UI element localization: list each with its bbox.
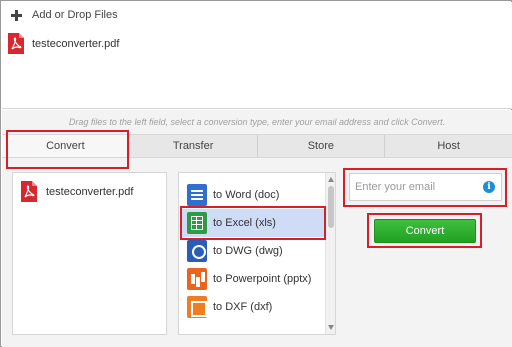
tab-host[interactable]: Host <box>384 135 512 157</box>
scroll-thumb[interactable] <box>328 186 334 228</box>
convert-button[interactable]: Convert <box>374 219 476 243</box>
add-files-button[interactable]: Add or Drop Files <box>11 8 118 22</box>
option-to-excel[interactable]: to Excel (xls) <box>182 209 325 237</box>
word-icon <box>187 184 207 206</box>
queued-file-name: testeconverter.pdf <box>46 186 134 198</box>
dwg-icon <box>187 240 207 262</box>
conversion-type-list: to Word (doc) to Excel (xls) to DWG (dwg… <box>178 172 336 335</box>
scroll-down-arrow-icon[interactable] <box>328 325 334 330</box>
file-drop-area[interactable]: Add or Drop Files testeconverter.pdf <box>2 2 512 109</box>
email-field-wrapper: i <box>349 173 502 201</box>
queued-file-item[interactable]: testeconverter.pdf <box>20 181 133 203</box>
tab-bar: Convert Transfer Store Host <box>2 134 512 158</box>
uploaded-file-item[interactable]: testeconverter.pdf <box>7 33 119 55</box>
instruction-strip: Drag files to the left field, select a c… <box>2 110 512 134</box>
pdf-icon <box>21 181 37 202</box>
list-scrollbar[interactable] <box>325 173 335 334</box>
file-queue-panel: testeconverter.pdf <box>12 172 167 335</box>
pdf-icon <box>8 33 24 54</box>
add-files-label: Add or Drop Files <box>32 9 118 21</box>
convert-panel: testeconverter.pdf to Word (doc) to Exce… <box>2 158 512 347</box>
option-label: to Word (doc) <box>213 189 280 201</box>
option-label: to Excel (xls) <box>213 217 276 229</box>
scroll-up-arrow-icon[interactable] <box>328 177 334 182</box>
option-to-dxf[interactable]: to DXF (dxf) <box>182 293 325 321</box>
option-to-word[interactable]: to Word (doc) <box>182 181 325 209</box>
instruction-text: Drag files to the left field, select a c… <box>68 117 446 127</box>
plus-icon <box>11 9 22 21</box>
option-label: to DWG (dwg) <box>213 245 283 257</box>
powerpoint-icon <box>187 268 207 290</box>
tab-transfer[interactable]: Transfer <box>128 135 257 157</box>
option-to-dwg[interactable]: to DWG (dwg) <box>182 237 325 265</box>
converter-window: Add or Drop Files testeconverter.pdf Dra… <box>0 0 512 347</box>
option-label: to Powerpoint (pptx) <box>213 273 312 285</box>
info-icon[interactable]: i <box>483 181 495 193</box>
tab-store[interactable]: Store <box>256 135 385 157</box>
option-label: to DXF (dxf) <box>213 301 273 313</box>
excel-icon <box>187 212 207 234</box>
dxf-icon <box>187 296 207 318</box>
email-input[interactable] <box>355 174 480 200</box>
uploaded-file-name: testeconverter.pdf <box>32 38 120 50</box>
tab-convert[interactable]: Convert <box>2 135 129 157</box>
option-to-powerpoint[interactable]: to Powerpoint (pptx) <box>182 265 325 293</box>
